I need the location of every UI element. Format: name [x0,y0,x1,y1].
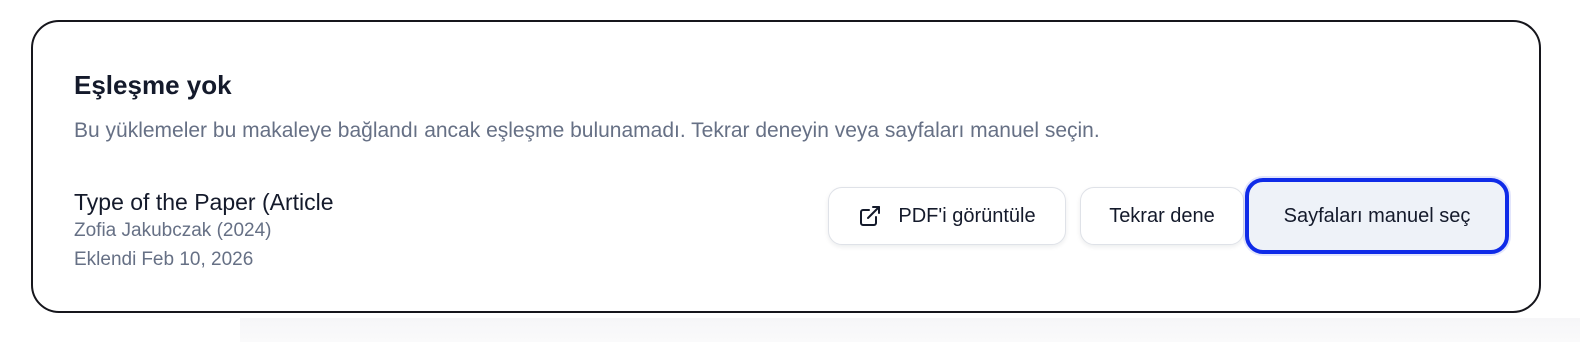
retry-label: Tekrar dene [1109,204,1215,227]
page: Eşleşme yok Bu yüklemeler bu makaleye ba… [0,0,1580,342]
select-pages-manually-label: Sayfaları manuel seç [1283,204,1471,227]
card-title: Eşleşme yok [74,70,232,100]
background-shade [240,318,1580,342]
no-match-card: Eşleşme yok Bu yüklemeler bu makaleye ba… [31,20,1541,313]
view-pdf-button[interactable]: PDF'i görüntüle [828,187,1066,245]
paper-added-date: Eklendi Feb 10, 2026 [74,248,253,272]
paper-title: Type of the Paper (Article [74,189,334,215]
added-label: Eklendi [74,249,137,270]
card-description: Bu yüklemeler bu makaleye bağlandı ancak… [74,119,1100,142]
added-date: Feb 10, 2026 [141,249,254,270]
paper-authors: Zofia Jakubczak (2024) [74,220,272,241]
select-pages-manually-button[interactable]: Sayfaları manuel seç [1245,178,1509,254]
view-pdf-label: PDF'i görüntüle [898,204,1036,227]
external-link-icon [860,206,881,226]
retry-button[interactable]: Tekrar dene [1080,187,1244,245]
